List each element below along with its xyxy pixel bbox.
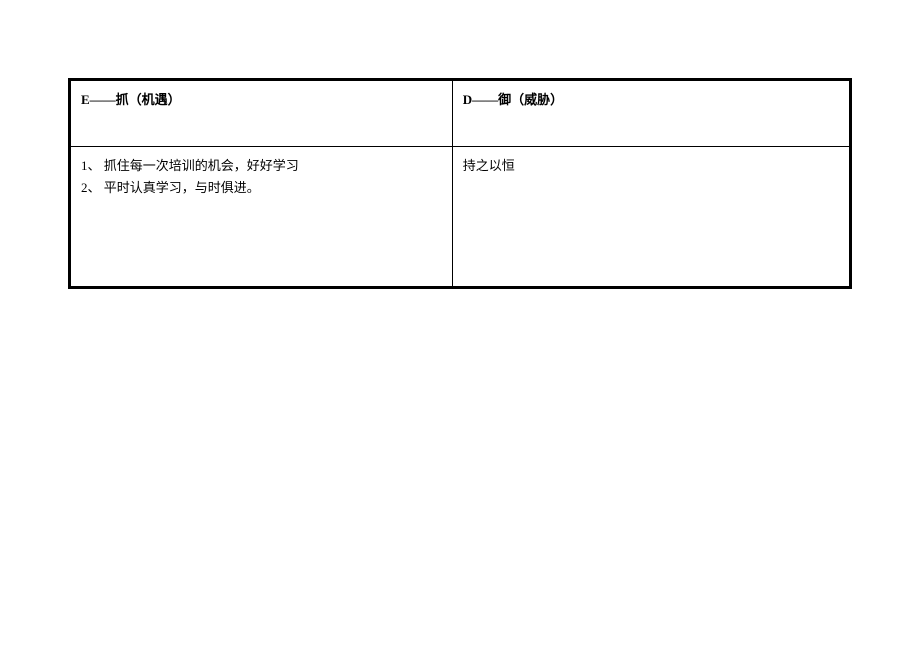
header-label-d: D——御（威胁）	[463, 92, 563, 107]
content-line-2: 2、 平时认真学习，与时俱进。	[81, 177, 442, 199]
swot-table: E——抓（机遇） D——御（威胁） 1、 抓住每一次培训的机会，好好学习 2、 …	[70, 80, 850, 287]
content-right-text: 持之以恒	[463, 158, 515, 173]
swot-table-container: E——抓（机遇） D——御（威胁） 1、 抓住每一次培训的机会，好好学习 2、 …	[68, 78, 852, 289]
table-content-row: 1、 抓住每一次培训的机会，好好学习 2、 平时认真学习，与时俱进。 持之以恒	[71, 147, 850, 287]
header-cell-opportunity: E——抓（机遇）	[71, 81, 453, 147]
content-line-1: 1、 抓住每一次培训的机会，好好学习	[81, 155, 442, 177]
content-cell-threat: 持之以恒	[452, 147, 849, 287]
table-header-row: E——抓（机遇） D——御（威胁）	[71, 81, 850, 147]
header-label-e: E——抓（机遇）	[81, 92, 181, 107]
content-cell-opportunity: 1、 抓住每一次培训的机会，好好学习 2、 平时认真学习，与时俱进。	[71, 147, 453, 287]
header-cell-threat: D——御（威胁）	[452, 81, 849, 147]
